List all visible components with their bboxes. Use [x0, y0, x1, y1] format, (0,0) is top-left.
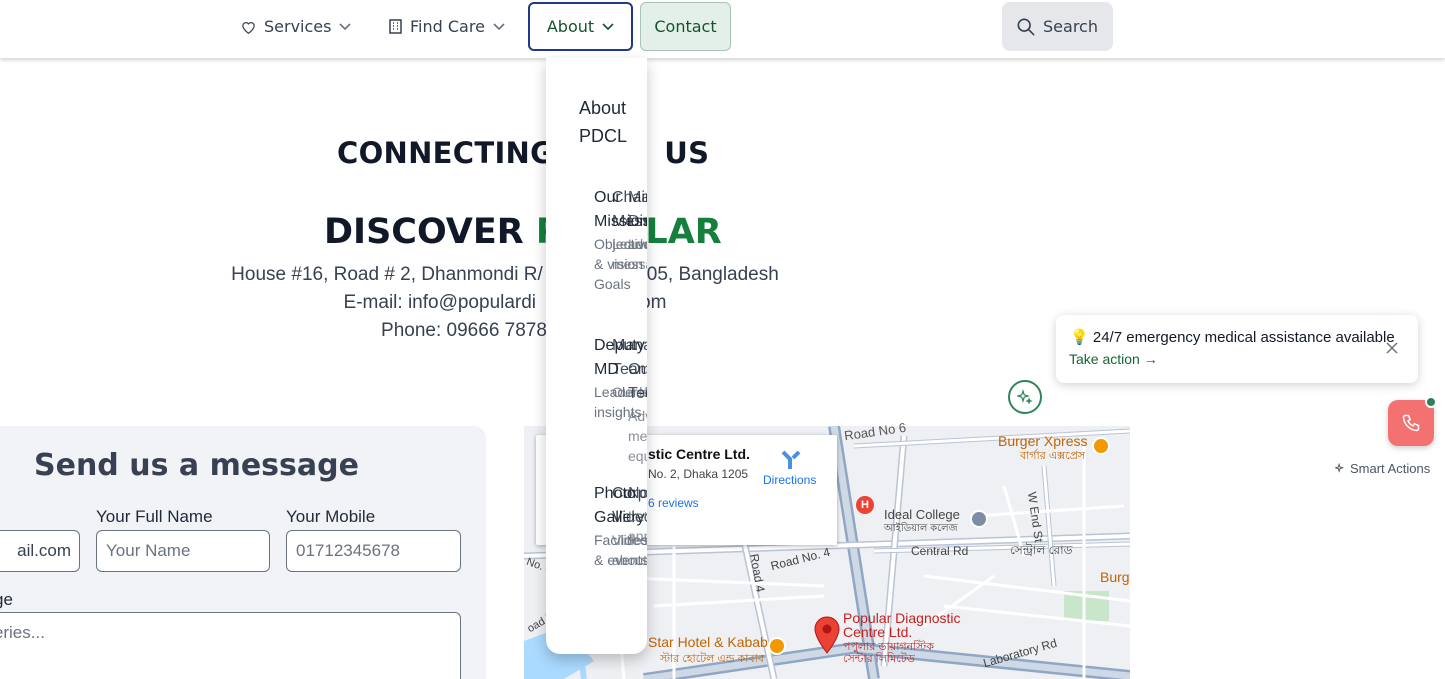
menu-item-notices[interactable]: Notices Latest announcements — [628, 482, 647, 546]
address-line: House #16, Road # 2, Dhanmondi R/05, Ban… — [0, 264, 1010, 286]
hero-heading-text: CONNECTING — [337, 136, 555, 170]
restaurant-icon[interactable] — [1092, 437, 1110, 455]
hero-heading-end: US — [664, 136, 710, 170]
name-field[interactable]: Your Name — [96, 530, 270, 572]
nav-about-label: About — [546, 17, 595, 36]
map-label-burg: Burg — [1100, 569, 1130, 585]
hero-discover: DISCOVER POPULAR — [324, 212, 722, 252]
place-title: stic Centre Ltd. — [648, 446, 750, 462]
building-icon — [389, 19, 402, 34]
mobile-label: Your Mobile — [286, 507, 376, 526]
map-label-star-hotel: Star Hotel & Kabab — [648, 634, 768, 650]
online-status-dot — [1425, 396, 1437, 408]
menu-item-desc: Latest announcements — [628, 508, 647, 544]
smart-actions-label: Smart Actions — [1350, 461, 1431, 476]
sparkle-icon — [1335, 463, 1345, 473]
smart-actions-button[interactable]: Smart Actions — [1335, 461, 1430, 476]
emergency-toast — [1056, 315, 1418, 383]
phone-text: Phone: 09666 7878 — [381, 320, 547, 341]
ai-assistant-button[interactable] — [1008, 380, 1042, 414]
nav-find-care[interactable]: Find Care — [389, 2, 505, 51]
form-title: Send us a message — [34, 448, 359, 483]
nav-contact-label: Contact — [654, 17, 717, 36]
directions-icon[interactable] — [780, 449, 802, 471]
menu-item-desc: Leadership — [628, 236, 647, 252]
chevron-down-icon — [493, 22, 505, 30]
toast-action-link[interactable]: Take action → — [1069, 351, 1158, 367]
phone-line: Phone: 09666 7878 — [0, 320, 928, 342]
nav-find-care-label: Find Care — [410, 17, 485, 36]
hospital-icon[interactable]: H — [856, 496, 874, 514]
discover-text: DISCOVER — [324, 212, 524, 252]
phone-icon — [1402, 414, 1420, 432]
menu-item-title: Managing Director — [628, 189, 647, 230]
email-value: ail.com — [17, 541, 71, 560]
hero-heading: CONNECTING US — [337, 136, 709, 170]
map-label-burger-xpress-bn: বার্গার এক্সপ্রেস — [1020, 450, 1086, 462]
search-icon — [1017, 18, 1035, 36]
menu-item-managing-director[interactable]: Managing Director Leadership — [628, 186, 647, 254]
email-field[interactable]: ail.com — [0, 530, 80, 572]
heart-icon — [242, 21, 255, 34]
chevron-down-icon — [602, 22, 614, 30]
location-pin-icon[interactable] — [813, 616, 841, 654]
address-right: 05, Bangladesh — [646, 264, 779, 285]
toast-message-text: 24/7 emergency medical assistance availa… — [1092, 329, 1395, 346]
map-label-central-rd: Central Rd — [911, 544, 969, 558]
message-label: ge — [0, 590, 13, 609]
close-icon[interactable] — [1385, 341, 1399, 355]
email-left: E-mail: info@populardi — [343, 292, 537, 313]
toast-message: 💡 24/7 emergency medical assistance avai… — [1070, 328, 1395, 346]
restaurant-icon[interactable] — [768, 637, 786, 655]
mobile-field[interactable]: 01712345678 — [286, 530, 461, 572]
map-label-star-hotel-bn: স্টার হোটেল এন্ড কাবাব — [660, 653, 764, 665]
message-field[interactable]: queries... — [0, 612, 461, 679]
map-label-central-rd-bn: সেন্ট্রাল রোড — [1010, 543, 1073, 557]
menu-item-desc: Advanced medical equipment — [628, 408, 647, 464]
nav-contact[interactable]: Contact — [640, 2, 731, 51]
search-button[interactable]: Search — [1002, 2, 1113, 51]
email-line: E-mail: info@populardi om — [0, 292, 1010, 314]
sparkle-icon — [1017, 389, 1033, 405]
place-address: No. 2, Dhaka 1205 — [648, 467, 749, 481]
menu-item-our-technologies[interactable]: Our Technologies Advanced medical equipm… — [628, 358, 647, 466]
message-placeholder: queries... — [0, 623, 45, 642]
map-label-ideal-college: Ideal College — [884, 507, 960, 522]
dropdown-heading: About PDCL — [579, 98, 628, 146]
place-reviews-link[interactable]: 6 reviews — [648, 496, 699, 510]
name-placeholder: Your Name — [106, 541, 191, 560]
mobile-placeholder: 01712345678 — [296, 541, 401, 560]
map-label-popular-bn-2: সেন্টার লিমিটেড — [843, 653, 915, 665]
school-icon[interactable] — [970, 510, 988, 528]
chevron-down-icon — [339, 22, 352, 30]
search-label: Search — [1043, 17, 1098, 36]
top-navigation: Services Find Care About Contact Search — [0, 0, 1445, 58]
directions-label[interactable]: Directions — [763, 473, 816, 487]
address-left: House #16, Road # 2, Dhanmondi R/ — [231, 264, 543, 285]
menu-item-title: Notices — [628, 485, 647, 502]
menu-item-title: Our Technologies — [628, 361, 647, 402]
nav-services[interactable]: Services — [241, 2, 352, 51]
about-dropdown-menu: About PDCL Our Mission Objectives & visi… — [546, 58, 647, 654]
nav-about[interactable]: About — [528, 2, 633, 51]
map-label-ideal-college-bn: আইডিয়াল কলেজ — [884, 523, 958, 534]
lightbulb-icon: 💡 — [1070, 329, 1089, 346]
name-label: Your Full Name — [96, 507, 213, 526]
nav-services-label: Services — [264, 17, 332, 36]
